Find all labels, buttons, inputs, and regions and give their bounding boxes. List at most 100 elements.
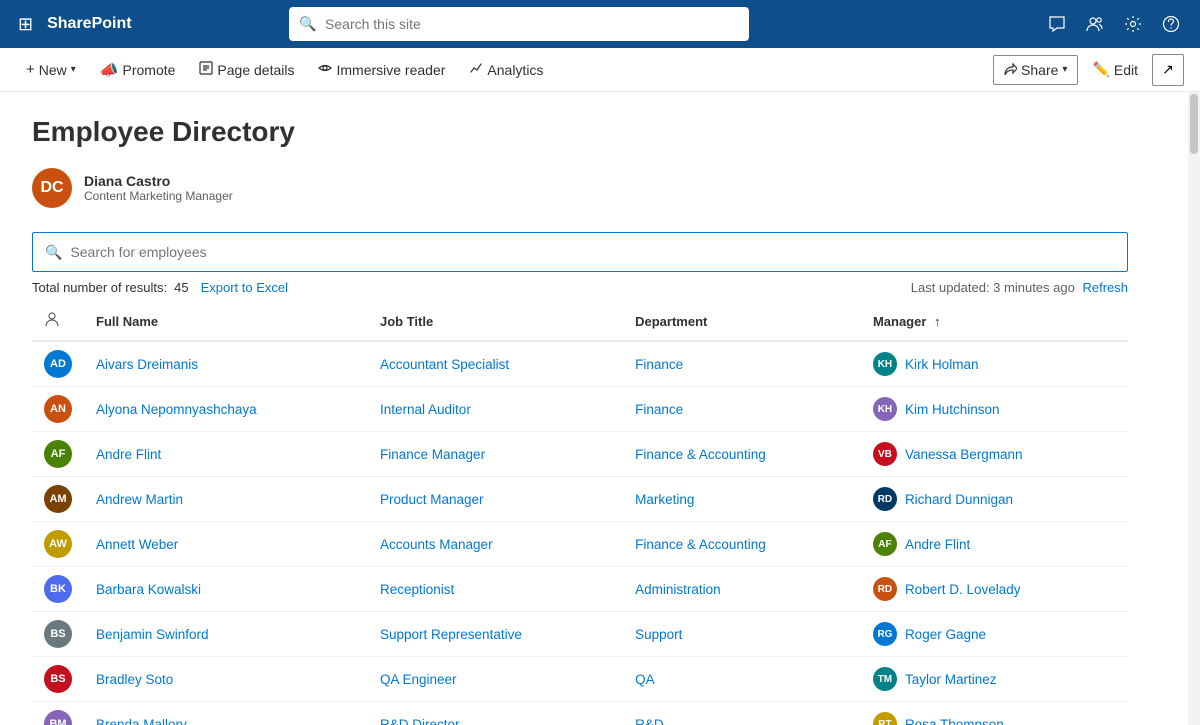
job-title-link[interactable]: Receptionist (380, 582, 454, 597)
employee-name-link[interactable]: Benjamin Swinford (96, 627, 209, 642)
top-navigation: ⊞ SharePoint 🔍 (0, 0, 1200, 48)
manager-name-link[interactable]: Andre Flint (905, 537, 970, 552)
employee-avatar: AD (44, 350, 72, 378)
page-details-button[interactable]: Page details (189, 55, 304, 85)
employee-search-icon: 🔍 (45, 244, 62, 261)
row-job-title-cell: QA Engineer (368, 657, 623, 702)
manager-sort-icon[interactable]: ↑ (934, 314, 941, 329)
row-manager-cell: RT Rosa Thompson (861, 702, 1128, 725)
department-link[interactable]: R&D (635, 717, 664, 725)
th-job-title: Job Title (368, 303, 623, 341)
row-name-cell: Andre Flint (84, 432, 368, 477)
manager-name-link[interactable]: Rosa Thompson (905, 717, 1004, 725)
manager-name-link[interactable]: Kim Hutchinson (905, 402, 1000, 417)
job-title-link[interactable]: Product Manager (380, 492, 484, 507)
manager-name-link[interactable]: Taylor Martinez (905, 672, 997, 687)
employee-name-link[interactable]: Bradley Soto (96, 672, 173, 687)
analytics-button[interactable]: Analytics (459, 55, 553, 85)
edit-icon: ✏️ (1092, 61, 1109, 78)
department-link[interactable]: Support (635, 627, 682, 642)
collapse-button[interactable]: ↗ (1152, 54, 1184, 86)
table-row: AW Annett Weber Accounts Manager Finance… (32, 522, 1128, 567)
row-manager-cell: RD Richard Dunnigan (861, 477, 1128, 522)
row-name-cell: Benjamin Swinford (84, 612, 368, 657)
waffle-icon[interactable]: ⊞ (12, 8, 39, 41)
employee-name-link[interactable]: Annett Weber (96, 537, 178, 552)
employee-search-input[interactable] (70, 244, 1115, 260)
manager-name-link[interactable]: Roger Gagne (905, 627, 986, 642)
settings-icon[interactable] (1116, 9, 1150, 39)
row-department-cell: Finance & Accounting (623, 432, 861, 477)
job-title-link[interactable]: Accountant Specialist (380, 357, 509, 372)
department-link[interactable]: Administration (635, 582, 721, 597)
manager-avatar: RD (873, 577, 897, 601)
job-title-link[interactable]: Support Representative (380, 627, 522, 642)
employee-name-link[interactable]: Andrew Martin (96, 492, 183, 507)
department-link[interactable]: Marketing (635, 492, 694, 507)
employee-search-container: 🔍 (32, 232, 1128, 272)
people-icon[interactable] (1078, 9, 1112, 39)
manager-name-link[interactable]: Robert D. Lovelady (905, 582, 1021, 597)
author-section: DC Diana Castro Content Marketing Manage… (32, 168, 1128, 208)
scrollbar-track[interactable] (1188, 92, 1200, 725)
manager-avatar: VB (873, 442, 897, 466)
share-icon (1004, 62, 1017, 78)
department-link[interactable]: Finance (635, 357, 683, 372)
author-info: Diana Castro Content Marketing Manager (84, 173, 233, 203)
promote-button[interactable]: 📣 Promote (90, 55, 186, 85)
refresh-link[interactable]: Refresh (1082, 280, 1128, 295)
help-icon[interactable] (1154, 9, 1188, 39)
row-manager-cell: KH Kirk Holman (861, 341, 1128, 387)
job-title-link[interactable]: Internal Auditor (380, 402, 471, 417)
th-department: Department (623, 303, 861, 341)
row-avatar-cell: BS (32, 612, 84, 657)
table-row: AN Alyona Nepomnyashchaya Internal Audit… (32, 387, 1128, 432)
job-title-link[interactable]: Finance Manager (380, 447, 485, 462)
manager-avatar: KH (873, 352, 897, 376)
job-title-link[interactable]: QA Engineer (380, 672, 457, 687)
employee-avatar: BS (44, 665, 72, 693)
new-button[interactable]: + New ▾ (16, 55, 86, 84)
job-title-link[interactable]: Accounts Manager (380, 537, 493, 552)
row-department-cell: R&D (623, 702, 861, 725)
cmd-right-actions: Share ▾ ✏️ Edit ↗ (993, 54, 1184, 86)
manager-name-link[interactable]: Richard Dunnigan (905, 492, 1013, 507)
export-to-excel-link[interactable]: Export to Excel (201, 280, 288, 295)
row-department-cell: Marketing (623, 477, 861, 522)
employee-name-link[interactable]: Barbara Kowalski (96, 582, 201, 597)
feedback-icon[interactable] (1040, 9, 1074, 39)
employee-name-link[interactable]: Andre Flint (96, 447, 161, 462)
author-name[interactable]: Diana Castro (84, 173, 233, 189)
employee-name-link[interactable]: Brenda Mallory (96, 717, 187, 725)
employee-name-link[interactable]: Alyona Nepomnyashchaya (96, 402, 257, 417)
row-manager-cell: RG Roger Gagne (861, 612, 1128, 657)
manager-avatar: RT (873, 712, 897, 725)
command-bar: + New ▾ 📣 Promote Page details Immersive… (0, 48, 1200, 92)
scrollbar-thumb[interactable] (1190, 94, 1198, 154)
share-button[interactable]: Share ▾ (993, 55, 1078, 85)
row-manager-cell: KH Kim Hutchinson (861, 387, 1128, 432)
manager-name-link[interactable]: Vanessa Bergmann (905, 447, 1023, 462)
row-avatar-cell: BS (32, 657, 84, 702)
table-meta-right: Last updated: 3 minutes ago Refresh (911, 280, 1128, 295)
immersive-reader-button[interactable]: Immersive reader (308, 55, 455, 85)
global-search-input[interactable] (289, 7, 749, 41)
department-link[interactable]: QA (635, 672, 655, 687)
immersive-reader-icon (318, 61, 332, 79)
department-link[interactable]: Finance & Accounting (635, 447, 766, 462)
table-row: AF Andre Flint Finance Manager Finance &… (32, 432, 1128, 477)
employee-name-link[interactable]: Aivars Dreimanis (96, 357, 198, 372)
department-link[interactable]: Finance (635, 402, 683, 417)
department-link[interactable]: Finance & Accounting (635, 537, 766, 552)
manager-avatar: RD (873, 487, 897, 511)
row-job-title-cell: Accountant Specialist (368, 341, 623, 387)
global-search: 🔍 (289, 7, 749, 41)
top-nav-icons (1040, 9, 1188, 39)
row-job-title-cell: Accounts Manager (368, 522, 623, 567)
job-title-link[interactable]: R&D Director (380, 717, 460, 725)
row-job-title-cell: Internal Auditor (368, 387, 623, 432)
row-department-cell: Finance (623, 387, 861, 432)
edit-button[interactable]: ✏️ Edit (1082, 55, 1148, 84)
manager-name-link[interactable]: Kirk Holman (905, 357, 979, 372)
promote-icon: 📣 (100, 61, 119, 79)
